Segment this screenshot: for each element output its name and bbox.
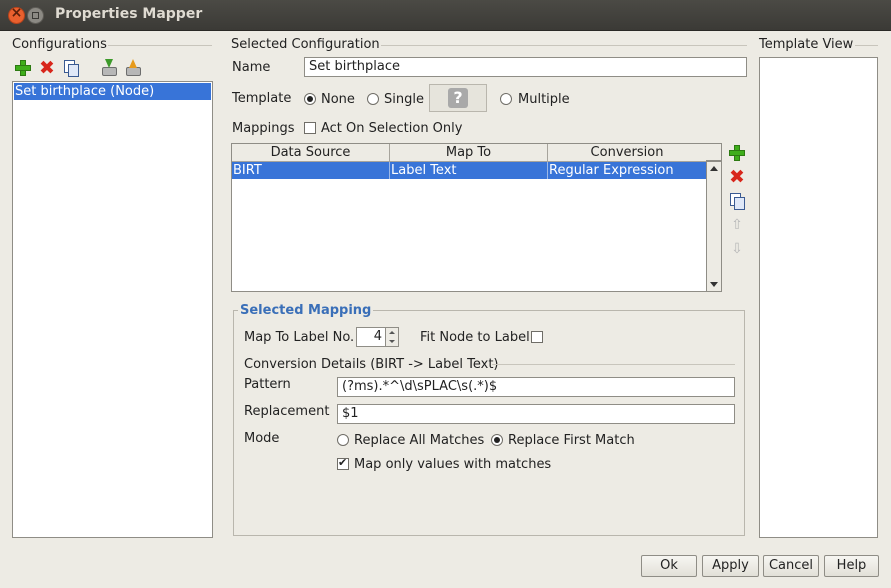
cell-map-to: Label Text: [390, 162, 548, 179]
copy-mapping-icon[interactable]: [728, 192, 746, 210]
template-none-label: None: [321, 92, 355, 107]
mode-label: Mode: [244, 431, 280, 446]
map-to-label-no-label: Map To Label No.: [244, 330, 355, 345]
ok-button[interactable]: Ok: [641, 555, 697, 577]
list-item[interactable]: Set birthplace (Node): [14, 83, 211, 100]
cell-conversion: Regular Expression: [549, 163, 674, 178]
table-vertical-scrollbar[interactable]: [706, 161, 722, 292]
help-button[interactable]: Help: [824, 555, 879, 577]
pattern-field[interactable]: (?ms).*^\d\sPLAC\s(.*)$: [337, 377, 735, 397]
cell-data-source: BIRT: [232, 162, 390, 179]
template-view-divider: [855, 45, 878, 46]
fit-node-label: Fit Node to Label: [420, 330, 530, 345]
window-title: Properties Mapper: [55, 6, 203, 22]
act-on-selection-checkbox[interactable]: [304, 122, 316, 134]
template-multiple-radio[interactable]: [500, 93, 512, 105]
column-header-map-to[interactable]: Map To: [390, 144, 548, 162]
map-only-matches-checkbox[interactable]: [337, 456, 349, 470]
export-configuration-icon[interactable]: [124, 59, 142, 77]
question-mark-icon: ?: [448, 88, 468, 108]
scroll-down-icon[interactable]: [710, 282, 718, 287]
move-up-icon[interactable]: ⇧: [728, 216, 746, 234]
add-configuration-icon[interactable]: [14, 59, 32, 77]
template-chooser-button[interactable]: ?: [429, 84, 487, 112]
pattern-label: Pattern: [244, 377, 291, 392]
template-single-radio[interactable]: [367, 93, 379, 105]
cancel-button[interactable]: Cancel: [763, 555, 819, 577]
configurations-divider: [108, 45, 212, 46]
name-label: Name: [232, 60, 271, 75]
apply-button[interactable]: Apply: [702, 555, 759, 577]
column-header-conversion[interactable]: Conversion: [548, 144, 706, 162]
table-row[interactable]: BIRT Label Text Regular Expression: [232, 162, 706, 179]
template-multiple-label: Multiple: [518, 92, 570, 107]
replace-first-radio[interactable]: [491, 434, 503, 446]
template-label: Template: [232, 91, 292, 106]
act-on-selection-label: Act On Selection Only: [321, 121, 463, 136]
conversion-details-divider: [492, 364, 735, 365]
copy-configuration-icon[interactable]: [62, 59, 80, 77]
replace-all-radio[interactable]: [337, 434, 349, 446]
column-header-data-source[interactable]: Data Source: [232, 144, 390, 162]
label-number-value[interactable]: 4: [356, 327, 386, 347]
title-bar: Properties Mapper: [0, 0, 891, 31]
template-none-radio[interactable]: [304, 93, 316, 105]
delete-mapping-icon[interactable]: ✖: [728, 168, 746, 187]
replacement-label: Replacement: [244, 404, 330, 419]
scroll-up-icon[interactable]: [710, 166, 718, 171]
template-view-label: Template View: [759, 37, 854, 52]
selected-configuration-divider: [381, 45, 747, 46]
table-header-corner: [706, 143, 722, 161]
conversion-details-label: Conversion Details (BIRT -> Label Text): [244, 357, 499, 372]
add-mapping-icon[interactable]: [728, 144, 746, 162]
name-field[interactable]: Set birthplace: [304, 57, 747, 77]
import-configuration-icon[interactable]: [100, 59, 118, 77]
selected-configuration-label: Selected Configuration: [231, 37, 380, 52]
mappings-label: Mappings: [232, 121, 295, 136]
maximize-window-icon[interactable]: [27, 7, 44, 24]
label-number-spinner[interactable]: 4: [356, 327, 399, 347]
template-view-pane[interactable]: [759, 57, 878, 538]
replacement-field[interactable]: $1: [337, 404, 735, 424]
template-single-label: Single: [384, 92, 424, 107]
replace-first-label: Replace First Match: [508, 433, 635, 448]
move-down-icon[interactable]: ⇩: [728, 240, 746, 258]
mappings-table[interactable]: Data Source Map To Conversion BIRT Label…: [231, 143, 707, 292]
map-only-matches-label: Map only values with matches: [354, 457, 552, 472]
selected-mapping-title: Selected Mapping: [238, 303, 374, 318]
close-window-icon[interactable]: [8, 5, 25, 24]
fit-node-checkbox[interactable]: [531, 331, 543, 343]
spinner-arrows-icon[interactable]: [385, 327, 399, 347]
delete-configuration-icon[interactable]: ✖: [38, 59, 56, 78]
replace-all-label: Replace All Matches: [354, 433, 485, 448]
configurations-list[interactable]: Set birthplace (Node): [12, 81, 213, 538]
configurations-label: Configurations: [12, 37, 107, 52]
